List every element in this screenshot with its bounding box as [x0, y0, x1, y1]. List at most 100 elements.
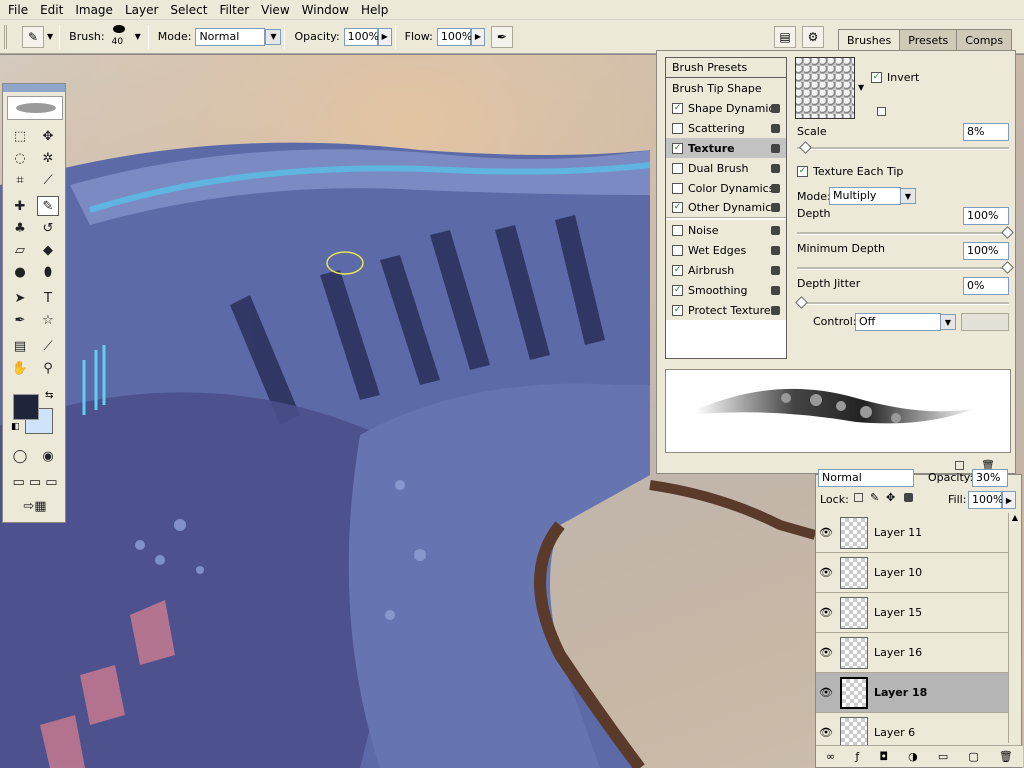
control-dropdown-icon[interactable]: ▼ — [940, 314, 956, 330]
eye-icon[interactable]: 👁 — [816, 686, 836, 699]
smoothing-checkbox[interactable]: ✓ — [672, 284, 683, 296]
delete-layer-icon[interactable]: 🗑 — [999, 750, 1013, 763]
menu-edit[interactable]: Edit — [34, 0, 69, 20]
pen-tool[interactable]: ✒ — [9, 310, 31, 330]
lock-icon[interactable] — [771, 203, 780, 212]
lock-icon[interactable] — [771, 163, 780, 173]
fill-input[interactable]: 100% — [968, 491, 1003, 509]
menu-window[interactable]: Window — [296, 0, 355, 20]
lock-transparent-icon[interactable] — [854, 493, 863, 502]
brush-dropdown-icon[interactable]: ▼ — [135, 32, 141, 41]
scale-slider-knob[interactable] — [799, 141, 812, 154]
history-brush-tool[interactable]: ↺ — [37, 218, 59, 238]
dodge-tool[interactable]: ⬮ — [37, 262, 59, 282]
layer-row[interactable]: 👁 Layer 16 — [816, 633, 1009, 673]
control-select[interactable]: Off — [855, 313, 941, 331]
tool-preset-dropdown-icon[interactable]: ▼ — [47, 32, 53, 41]
link-icon[interactable]: ∞ — [826, 750, 835, 763]
flow-slider-button[interactable]: ▶ — [470, 27, 485, 46]
color-dynamics-checkbox[interactable] — [672, 182, 683, 194]
scattering-item[interactable]: Scattering — [666, 118, 786, 138]
blur-tool[interactable]: ● — [9, 262, 31, 282]
eraser-tool[interactable]: ▱ — [9, 240, 31, 260]
tab-brushes[interactable]: Brushes — [838, 29, 901, 51]
swap-colors-icon[interactable]: ⇆ — [45, 390, 53, 401]
adjustment-layer-icon[interactable]: ◑ — [908, 750, 918, 763]
menu-file[interactable]: File — [2, 0, 34, 20]
minimum-depth-input[interactable]: 100% — [963, 242, 1009, 260]
brush-tool-preset-button[interactable]: ✎ — [22, 25, 44, 48]
fill-slider-button[interactable]: ▶ — [1002, 491, 1016, 509]
lock-icon[interactable] — [771, 245, 780, 255]
tab-comps[interactable]: Comps — [956, 29, 1013, 51]
lock-icon[interactable] — [771, 183, 780, 193]
blend-mode-select[interactable]: Multiply — [829, 187, 901, 205]
texture-pattern-swatch[interactable] — [795, 57, 855, 119]
protect-texture-checkbox[interactable]: ✓ — [672, 304, 683, 316]
new-layer-icon[interactable]: ▢ — [968, 750, 978, 763]
clone-stamp-tool[interactable]: ♣ — [9, 218, 31, 238]
opacity-slider-button[interactable]: ▶ — [377, 27, 392, 46]
zoom-tool[interactable]: ⚲ — [37, 358, 59, 378]
menu-view[interactable]: View — [255, 0, 295, 20]
eye-icon[interactable]: 👁 — [816, 566, 836, 579]
marquee-tool[interactable]: ⬚ — [9, 126, 31, 146]
lock-icon[interactable] — [771, 285, 780, 295]
noise-checkbox[interactable] — [672, 224, 683, 236]
default-colors-icon[interactable]: ◧ — [11, 422, 20, 432]
layer-row-selected[interactable]: 👁 Layer 18 — [816, 673, 1009, 713]
menu-filter[interactable]: Filter — [213, 0, 255, 20]
lock-icon[interactable] — [771, 123, 780, 133]
minimum-depth-slider[interactable] — [797, 261, 1014, 274]
noise-item[interactable]: Noise — [666, 220, 786, 240]
brush-tool[interactable]: ✎ — [37, 196, 59, 216]
quick-mask-button[interactable]: ◉ — [37, 446, 59, 466]
depth-jitter-slider[interactable] — [795, 296, 1009, 309]
depth-input[interactable]: 100% — [963, 207, 1009, 225]
pattern-dropdown-icon[interactable]: ▼ — [858, 83, 864, 92]
eye-icon[interactable]: 👁 — [816, 526, 836, 539]
file-browser-button[interactable]: ▤ — [774, 25, 796, 48]
lasso-tool[interactable]: ◌ — [9, 148, 31, 168]
scroll-up-icon[interactable]: ▲ — [1009, 513, 1021, 522]
type-tool[interactable]: T — [37, 288, 59, 308]
depth-slider[interactable] — [797, 226, 1014, 239]
depth-slider-knob[interactable] — [1001, 226, 1014, 239]
protect-texture-item[interactable]: ✓ Protect Texture — [666, 300, 786, 320]
lock-image-icon[interactable]: ✎ — [870, 491, 879, 504]
scale-input[interactable]: 8% — [963, 123, 1009, 141]
lock-icon[interactable] — [771, 225, 780, 235]
slice-tool[interactable]: ⟋ — [37, 170, 59, 190]
wet-edges-item[interactable]: Wet Edges — [666, 240, 786, 260]
texture-each-tip-checkbox[interactable]: ✓ — [797, 166, 808, 177]
new-preset-icon[interactable] — [877, 107, 886, 116]
tab-presets[interactable]: Presets — [899, 29, 958, 51]
move-tool[interactable]: ✥ — [37, 126, 59, 146]
brush-presets-item[interactable]: Brush Presets — [666, 58, 786, 78]
eyedropper-tool[interactable]: ⟋ — [37, 336, 59, 356]
lock-position-icon[interactable]: ✥ — [886, 491, 895, 504]
shape-dynamics-item[interactable]: ✓ Shape Dynamics — [666, 98, 786, 118]
layer-opacity-input[interactable]: 30% — [972, 469, 1008, 487]
lock-icon[interactable] — [771, 143, 780, 153]
layer-mask-icon[interactable]: ◘ — [879, 750, 888, 763]
airbrush-toggle[interactable]: ✒ — [490, 25, 513, 48]
brush-tip-shape-item[interactable]: Brush Tip Shape — [666, 78, 786, 98]
dual-brush-item[interactable]: Dual Brush — [666, 158, 786, 178]
eye-icon[interactable]: 👁 — [816, 726, 836, 739]
hand-tool[interactable]: ✋ — [9, 358, 31, 378]
lock-all-icon[interactable] — [904, 493, 913, 502]
notes-tool[interactable]: ▤ — [9, 336, 31, 356]
other-dynamics-item[interactable]: ✓ Other Dynamics — [666, 198, 786, 218]
dual-brush-checkbox[interactable] — [672, 162, 683, 174]
airbrush-item[interactable]: ✓ Airbrush — [666, 260, 786, 280]
eye-icon[interactable]: 👁 — [816, 646, 836, 659]
scattering-checkbox[interactable] — [672, 122, 683, 134]
mode-dropdown-icon[interactable]: ▼ — [265, 28, 282, 45]
lock-icon[interactable] — [771, 103, 780, 113]
layer-row[interactable]: 👁 Layer 10 — [816, 553, 1009, 593]
depth-jitter-slider-knob[interactable] — [795, 296, 808, 309]
magic-wand-tool[interactable]: ✲ — [37, 148, 59, 168]
depth-jitter-input[interactable]: 0% — [963, 277, 1009, 295]
minimum-depth-slider-knob[interactable] — [1001, 261, 1014, 274]
